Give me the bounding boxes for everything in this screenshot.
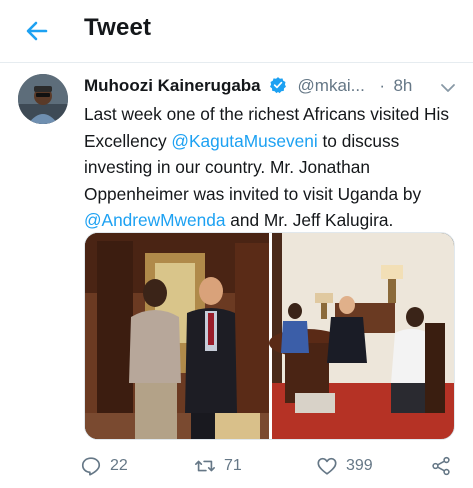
arrow-left-icon <box>26 21 48 41</box>
tweet-text: Last week one of the richest Africans vi… <box>84 101 464 234</box>
top-bar: Tweet <box>0 0 473 63</box>
chevron-down-icon[interactable] <box>440 80 456 96</box>
tweet-actions: 22 71 399 <box>80 452 460 482</box>
reply-icon <box>81 457 101 476</box>
tweet-time: 8h <box>393 76 413 95</box>
mention-link[interactable]: @AndrewMwenda <box>84 210 225 230</box>
avatar[interactable] <box>18 74 68 124</box>
share-button[interactable] <box>430 452 452 480</box>
author-name[interactable]: Muhoozi Kainerugaba <box>84 76 261 95</box>
share-icon <box>432 456 450 476</box>
retweet-count: 71 <box>224 457 242 474</box>
back-button[interactable] <box>22 16 52 46</box>
like-count: 399 <box>346 457 373 474</box>
tweet-text-part: and Mr. Jeff Kalugira. <box>225 210 394 230</box>
heart-icon <box>317 457 337 475</box>
photo-left[interactable] <box>85 233 269 439</box>
tweet-header: Muhoozi Kainerugaba @mkai... · 8h <box>84 76 464 100</box>
photo-right[interactable] <box>269 233 454 439</box>
reply-count: 22 <box>110 457 128 474</box>
reply-button[interactable]: 22 <box>80 452 128 480</box>
tweet-media[interactable] <box>84 232 455 440</box>
retweet-button[interactable]: 71 <box>194 452 242 480</box>
retweet-icon <box>195 460 215 472</box>
mention-link[interactable]: @KagutaMuseveni <box>171 131 317 151</box>
author-handle[interactable]: @mkai... <box>298 76 365 95</box>
page-title: Tweet <box>84 14 152 41</box>
like-button[interactable]: 399 <box>316 452 373 480</box>
verified-badge-icon <box>270 77 287 94</box>
separator-dot: · <box>379 76 385 95</box>
avatar-image <box>18 74 68 124</box>
